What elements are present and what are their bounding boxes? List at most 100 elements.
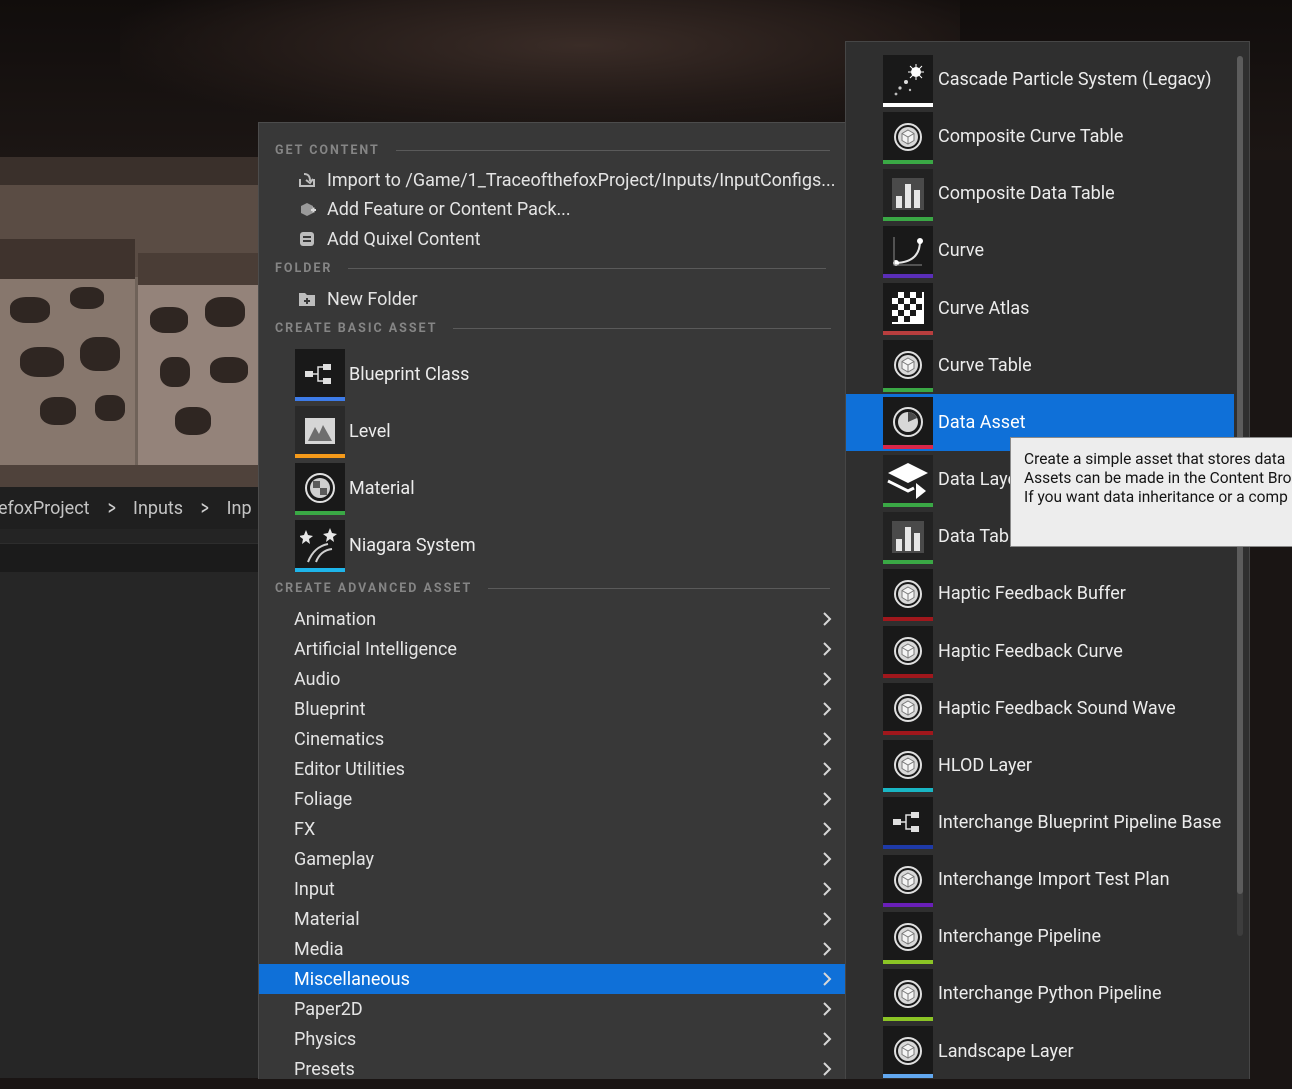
section-header-label: CREATE BASIC ASSET — [275, 320, 438, 336]
advanced-category-physics[interactable]: Physics — [259, 1024, 846, 1054]
asset-type-color-bar — [883, 331, 933, 336]
advanced-category-foliage[interactable]: Foliage — [259, 784, 846, 814]
tooltip-line: Assets can be made in the Content Bro — [1024, 469, 1292, 487]
menu-item-add-feature-pack[interactable]: Add Feature or Content Pack... — [295, 195, 571, 223]
section-header-create-advanced-asset: CREATE ADVANCED ASSET — [275, 580, 831, 596]
asset-cube-icon — [883, 340, 933, 393]
breadcrumb: efoxProject > Inputs > Inp — [0, 487, 258, 529]
category-label: Animation — [294, 608, 377, 630]
asset-type-color-bar — [883, 616, 933, 621]
submenu-item-haptic-feedback-curve[interactable]: Haptic Feedback Curve — [846, 623, 1234, 680]
asset-label: Interchange Pipeline — [938, 926, 1102, 948]
chevron-right-icon — [819, 1024, 835, 1054]
advanced-category-media[interactable]: Media — [259, 934, 846, 964]
asset-type-color-bar — [883, 1016, 933, 1021]
breadcrumb-item[interactable]: efoxProject — [0, 498, 90, 519]
submenu-item-curve[interactable]: Curve — [846, 222, 1234, 279]
menu-item-new-folder[interactable]: New Folder — [295, 285, 418, 313]
chevron-right-icon — [819, 874, 835, 904]
level-viewport[interactable] — [0, 157, 258, 487]
asset-type-color-bar — [883, 273, 933, 278]
asset-label: Data Asset — [938, 411, 1026, 433]
submenu-item-composite-data-table[interactable]: Composite Data Table — [846, 165, 1234, 222]
basic-asset-level[interactable]: Level — [295, 405, 835, 458]
chevron-right-icon — [819, 844, 835, 874]
submenu-item-interchange-pipeline[interactable]: Interchange Pipeline — [846, 908, 1234, 965]
basic-asset-material[interactable]: Material — [295, 462, 835, 515]
advanced-category-artificial-intelligence[interactable]: Artificial Intelligence — [259, 634, 846, 664]
advanced-category-material[interactable]: Material — [259, 904, 846, 934]
asset-cube-icon — [883, 568, 933, 621]
add-asset-menu: GET CONTENT Import to /Game/1_Traceofthe… — [258, 122, 847, 1080]
menu-item-add-quixel[interactable]: Add Quixel Content — [295, 225, 481, 253]
asset-type-color-bar — [295, 397, 345, 401]
submenu-item-haptic-feedback-buffer[interactable]: Haptic Feedback Buffer — [846, 565, 1234, 622]
asset-type-color-bar — [295, 454, 345, 458]
advanced-category-editor-utilities[interactable]: Editor Utilities — [259, 754, 846, 784]
breadcrumb-item[interactable]: Inp — [227, 498, 252, 519]
advanced-category-gameplay[interactable]: Gameplay — [259, 844, 846, 874]
submenu-item-haptic-feedback-sound-wave[interactable]: Haptic Feedback Sound Wave — [846, 680, 1234, 737]
advanced-category-audio[interactable]: Audio — [259, 664, 846, 694]
submenu-item-cascade-particle-system-legacy[interactable]: Cascade Particle System (Legacy) — [846, 51, 1234, 108]
asset-cube-icon — [883, 111, 933, 164]
advanced-category-paper2d[interactable]: Paper2D — [259, 994, 846, 1024]
asset-type-color-bar — [883, 559, 933, 564]
submenu-item-curve-table[interactable]: Curve Table — [846, 337, 1234, 394]
asset-type-color-bar — [883, 502, 933, 507]
chevron-right-icon — [819, 994, 835, 1024]
filter-bar[interactable] — [0, 543, 258, 573]
asset-label: Interchange Blueprint Pipeline Base — [938, 811, 1222, 833]
section-divider — [488, 587, 831, 589]
asset-type-color-bar — [883, 1074, 933, 1079]
asset-label: Landscape Layer — [938, 1040, 1074, 1062]
chevron-right-icon — [819, 814, 835, 844]
asset-type-color-bar — [295, 568, 345, 572]
advanced-category-animation[interactable]: Animation — [259, 604, 846, 634]
category-label: Foliage — [294, 788, 353, 810]
chevron-right-icon — [819, 964, 835, 994]
menu-item-label: New Folder — [327, 288, 418, 310]
menu-item-label: Add Feature or Content Pack... — [327, 198, 571, 220]
asset-cube-icon — [883, 740, 933, 793]
asset-cube-icon — [883, 911, 933, 964]
advanced-category-input[interactable]: Input — [259, 874, 846, 904]
asset-type-color-bar — [883, 159, 933, 164]
asset-cube-icon — [883, 1026, 933, 1079]
category-label: Miscellaneous — [294, 968, 410, 990]
advanced-category-cinematics[interactable]: Cinematics — [259, 724, 846, 754]
category-label: Editor Utilities — [294, 758, 405, 780]
submenu-item-interchange-import-test-plan[interactable]: Interchange Import Test Plan — [846, 851, 1234, 908]
submenu-item-hlod-layer[interactable]: HLOD Layer — [846, 737, 1234, 794]
viewport-block — [0, 255, 135, 487]
section-divider — [395, 149, 830, 151]
data-table-icon — [883, 168, 933, 221]
viewport-spot — [205, 297, 245, 327]
submenu-item-curve-atlas[interactable]: Curve Atlas — [846, 280, 1234, 337]
submenu-item-composite-curve-table[interactable]: Composite Curve Table — [846, 108, 1234, 165]
basic-asset-niagara-system[interactable]: Niagara System — [295, 519, 835, 572]
asset-label: Haptic Feedback Sound Wave — [938, 697, 1176, 719]
asset-cube-icon — [883, 968, 933, 1021]
asset-label: Curve Table — [938, 354, 1032, 376]
basic-asset-blueprint-class[interactable]: Blueprint Class — [295, 348, 835, 401]
viewport-spot — [210, 357, 248, 383]
submenu-item-interchange-python-pipeline[interactable]: Interchange Python Pipeline — [846, 965, 1234, 1022]
new-folder-icon — [295, 288, 319, 310]
section-header-create-basic-asset: CREATE BASIC ASSET — [275, 320, 832, 336]
material-icon — [295, 463, 345, 515]
section-header-label: CREATE ADVANCED ASSET — [275, 580, 473, 596]
asset-type-color-bar — [883, 788, 933, 793]
submenu-item-interchange-blueprint-pipeline-base[interactable]: Interchange Blueprint Pipeline Base — [846, 794, 1234, 851]
breadcrumb-item[interactable]: Inputs — [133, 498, 183, 519]
advanced-category-miscellaneous[interactable]: Miscellaneous — [259, 964, 846, 994]
asset-label: Curve Atlas — [938, 297, 1030, 319]
submenu-item-landscape-layer[interactable]: Landscape Layer — [846, 1023, 1234, 1079]
advanced-category-fx[interactable]: FX — [259, 814, 846, 844]
advanced-category-blueprint[interactable]: Blueprint — [259, 694, 846, 724]
chevron-right-icon — [819, 904, 835, 934]
viewport-spot — [40, 397, 76, 425]
menu-item-import[interactable]: Import to /Game/1_TraceofthefoxProject/I… — [295, 166, 835, 194]
advanced-category-presets[interactable]: Presets — [259, 1054, 846, 1084]
section-header-folder: FOLDER — [275, 261, 827, 276]
